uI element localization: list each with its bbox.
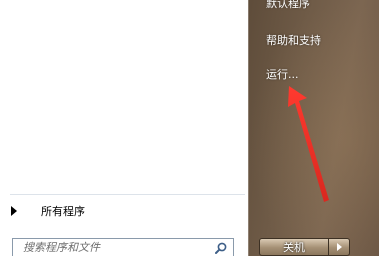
search-input[interactable] (13, 241, 213, 254)
shutdown-options-button[interactable] (329, 238, 350, 256)
run-item[interactable]: 运行... (266, 66, 299, 82)
all-programs-label: 所有程序 (41, 205, 85, 218)
help-and-support-item[interactable]: 帮助和支持 (266, 32, 321, 48)
triangle-right-icon (336, 243, 342, 251)
start-menu-programs-pane: 所有程序 (0, 0, 248, 256)
search-icon[interactable] (215, 242, 227, 254)
shutdown-button[interactable]: 关机 (259, 238, 329, 256)
red-annotation-arrow (288, 86, 329, 202)
triangle-right-icon (11, 206, 17, 216)
all-programs-button[interactable]: 所有程序 (6, 200, 236, 222)
divider (10, 194, 245, 195)
search-box[interactable] (12, 238, 234, 256)
shutdown-group: 关机 (259, 238, 352, 256)
default-programs-item[interactable]: 默认程序 (266, 0, 310, 11)
